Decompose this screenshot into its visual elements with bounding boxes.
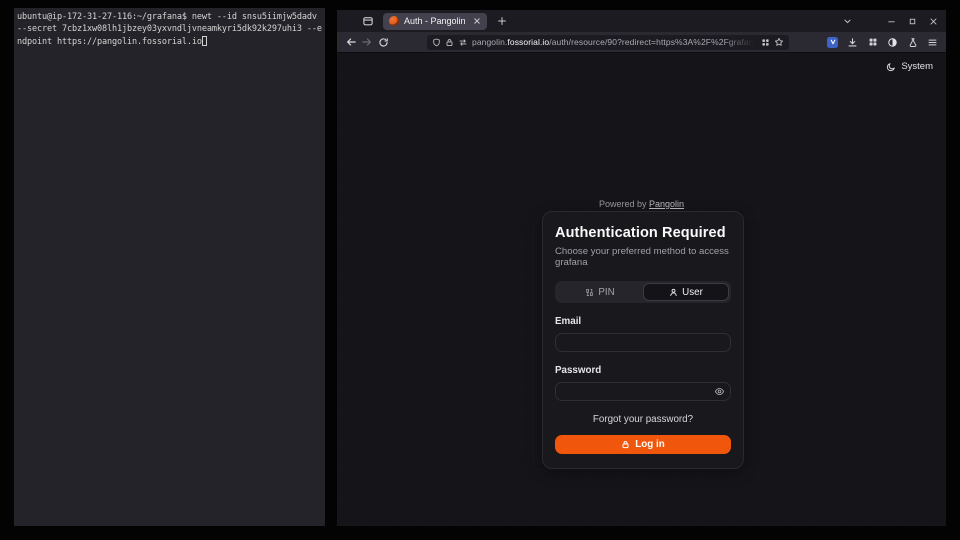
- card-subtitle: Choose your preferred method to access g…: [555, 246, 731, 268]
- moon-icon: [886, 62, 896, 72]
- terminal-window[interactable]: ubuntu@ip-172-31-27-116:~/grafana$ newt …: [14, 8, 325, 526]
- auth-card: Authentication Required Choose your pref…: [542, 211, 744, 469]
- tab-title: Auth - Pangolin: [404, 16, 466, 26]
- vimium-extension-icon[interactable]: [825, 35, 840, 50]
- https-lock-icon[interactable]: [445, 38, 454, 47]
- grid-extension-icon[interactable]: [865, 35, 880, 50]
- email-field[interactable]: [555, 333, 731, 352]
- tab-bar: Auth - Pangolin: [337, 10, 946, 32]
- tracking-protection-shield-icon[interactable]: [432, 38, 441, 47]
- browser-toolbar: pangolin.fossorial.io/auth/resource/90?r…: [337, 32, 946, 53]
- pin-keypad-icon: [585, 288, 594, 297]
- terminal-cursor: [202, 36, 207, 46]
- user-icon: [669, 288, 678, 297]
- tab-close-icon[interactable]: [471, 15, 483, 27]
- terminal-line: --secret 7cbz1xw08lh1jbzey03yxvndljvneam…: [17, 23, 323, 35]
- tabbar-right-controls: [839, 13, 940, 29]
- pangolin-link[interactable]: Pangolin: [649, 199, 684, 209]
- firefox-view-icon[interactable]: [359, 13, 377, 29]
- close-window-button[interactable]: [926, 14, 940, 28]
- tab-user[interactable]: User: [643, 283, 729, 301]
- extensions-flask-icon[interactable]: [905, 35, 920, 50]
- email-label: Email: [555, 316, 731, 327]
- login-button[interactable]: Log in: [555, 435, 731, 454]
- theme-label: System: [901, 61, 933, 72]
- pangolin-favicon-icon: [389, 16, 399, 26]
- swap-arrows-icon[interactable]: [458, 38, 468, 47]
- password-label: Password: [555, 365, 731, 376]
- new-tab-button[interactable]: [493, 13, 511, 29]
- downloads-icon[interactable]: [845, 35, 860, 50]
- darkreader-extension-icon[interactable]: [885, 35, 900, 50]
- login-lock-icon: [621, 440, 630, 449]
- urlbar-grid-icon[interactable]: [761, 38, 770, 47]
- show-password-eye-icon[interactable]: [713, 385, 725, 397]
- theme-toggle[interactable]: System: [886, 61, 933, 72]
- list-all-tabs-chevron-icon[interactable]: [839, 13, 855, 29]
- page-content: System Powered by Pangolin Authenticatio…: [337, 53, 946, 526]
- forgot-password-link[interactable]: Forgot your password?: [555, 414, 731, 425]
- password-field[interactable]: [555, 382, 731, 401]
- toolbar-right-icons: [825, 35, 940, 50]
- minimize-button[interactable]: [884, 14, 898, 28]
- reload-button[interactable]: [375, 34, 391, 50]
- url-bar[interactable]: pangolin.fossorial.io/auth/resource/90?r…: [427, 35, 789, 50]
- browser-window: Auth - Pangolin: [337, 10, 946, 526]
- powered-by: Powered by Pangolin: [337, 199, 946, 209]
- maximize-button[interactable]: [905, 14, 919, 28]
- url-text: pangolin.fossorial.io/auth/resource/90?r…: [472, 37, 757, 47]
- auth-method-tabs: PIN User: [555, 281, 731, 303]
- card-title: Authentication Required: [555, 225, 731, 241]
- bookmark-star-icon[interactable]: [774, 37, 784, 47]
- back-button[interactable]: [343, 34, 359, 50]
- forward-button[interactable]: [359, 34, 375, 50]
- menu-hamburger-icon[interactable]: [925, 35, 940, 50]
- tab-pin[interactable]: PIN: [557, 283, 643, 301]
- browser-tab-auth-pangolin[interactable]: Auth - Pangolin: [383, 13, 487, 30]
- terminal-line: ndpoint https://pangolin.fossorial.io: [17, 36, 323, 48]
- terminal-line: ubuntu@ip-172-31-27-116:~/grafana$ newt …: [17, 11, 323, 23]
